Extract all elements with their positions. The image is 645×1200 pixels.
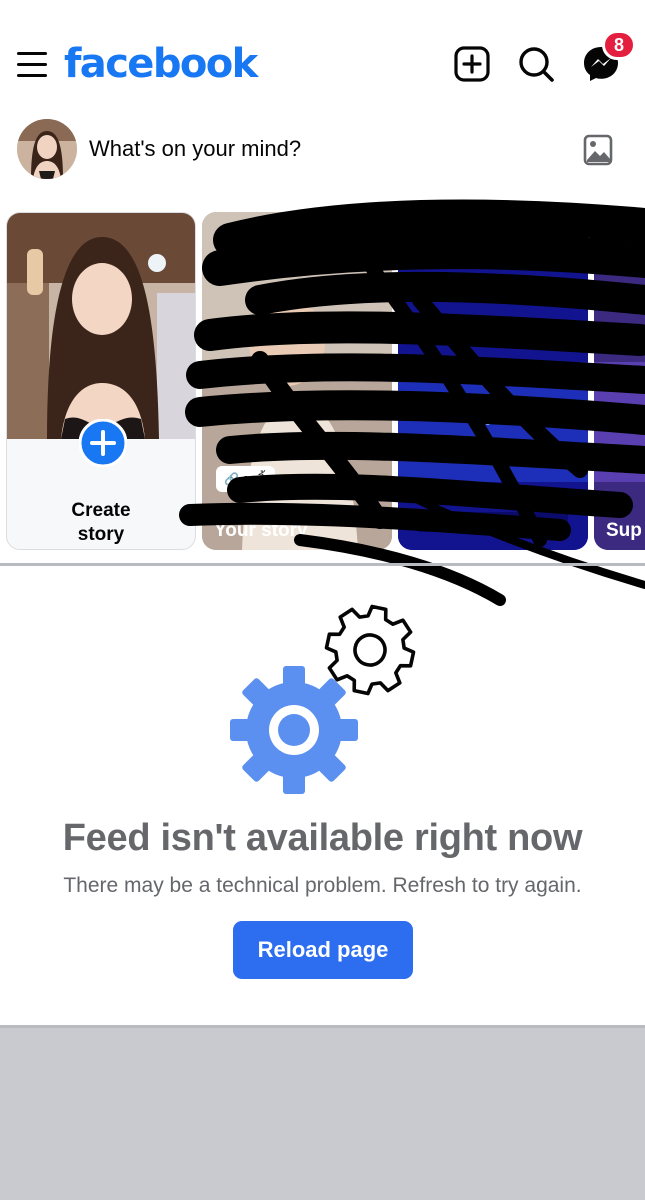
- create-story-label: Create story: [71, 500, 131, 545]
- photo-icon[interactable]: [580, 132, 616, 168]
- your-story-label: Your story: [214, 520, 308, 541]
- story-author-label: Sup: [606, 520, 642, 541]
- gear-icon: [230, 666, 358, 794]
- whats-on-your-mind-input[interactable]: What's on your mind?: [89, 134, 301, 164]
- story-thumbnail: [202, 212, 392, 550]
- story-card[interactable]: Sup: [594, 212, 645, 550]
- stories-tray[interactable]: Create story 🔗 กดลิ้ Your story Sup: [0, 212, 645, 554]
- create-post-icon[interactable]: [452, 44, 492, 84]
- error-subtitle: There may be a technical problem. Refres…: [63, 874, 582, 897]
- menu-icon[interactable]: [14, 44, 50, 84]
- link-icon: 🔗: [224, 472, 239, 486]
- error-title: Feed isn't available right now: [62, 817, 583, 859]
- link-sticker: 🔗 กดลิ้: [216, 466, 275, 492]
- empty-feed-area: [0, 1028, 645, 1200]
- notification-badge: 8: [602, 30, 636, 60]
- your-story-card[interactable]: 🔗 กดลิ้ Your story: [202, 212, 392, 550]
- search-icon[interactable]: [516, 44, 556, 84]
- create-story-card[interactable]: Create story: [6, 212, 196, 550]
- add-icon[interactable]: [79, 419, 127, 467]
- gear-illustration: [230, 604, 416, 794]
- reload-page-button[interactable]: Reload page: [233, 921, 413, 979]
- story-thumbnail: [594, 212, 645, 550]
- avatar[interactable]: [17, 119, 77, 179]
- section-divider: [0, 563, 645, 566]
- post-composer: What's on your mind?: [0, 112, 645, 188]
- story-card[interactable]: [398, 212, 588, 550]
- facebook-logo[interactable]: facebook: [64, 40, 258, 88]
- create-story-photo: [7, 213, 195, 439]
- top-bar: facebook 8: [0, 0, 645, 110]
- story-thumbnail: [398, 212, 588, 550]
